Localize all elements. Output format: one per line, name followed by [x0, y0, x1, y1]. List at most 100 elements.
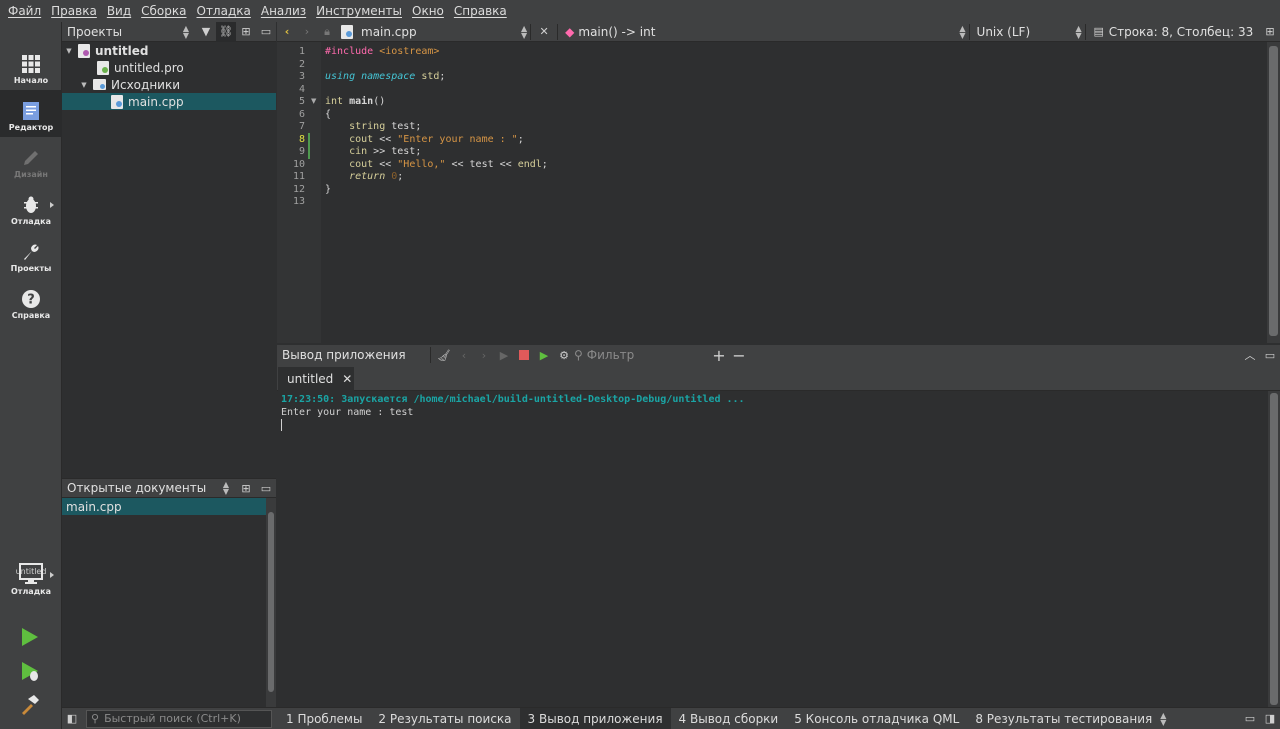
cursor-position[interactable]: Строка: 8, Столбец: 33: [1109, 25, 1254, 39]
filter-icon[interactable]: ▼: [196, 22, 216, 42]
tab-compile-output[interactable]: 4 Вывод сборки: [671, 708, 787, 729]
tree-item-pro-file[interactable]: untitled.pro: [62, 59, 276, 76]
menu-edit[interactable]: Правка: [46, 0, 102, 22]
menu-view[interactable]: Вид: [102, 0, 136, 22]
zoom-out-icon[interactable]: −: [729, 345, 749, 365]
tab-test-results[interactable]: 8 Результаты тестирования: [967, 708, 1160, 729]
locator-input[interactable]: ⚲ Быстрый поиск (Ctrl+K): [86, 709, 272, 728]
output-filter-field[interactable]: ⚲ Фильтр: [574, 348, 709, 362]
tab-qml-debugger-console[interactable]: 5 Консоль отладчика QML: [786, 708, 967, 729]
mode-label: Редактор: [8, 123, 54, 132]
back-icon[interactable]: ‹: [277, 22, 297, 42]
document-selector[interactable]: main.cpp: [361, 25, 521, 39]
code-line: string test;: [349, 121, 422, 132]
line-number: 13: [292, 196, 305, 207]
close-tab-icon[interactable]: ✕: [342, 372, 352, 386]
line-number: 12: [292, 183, 305, 195]
stop-icon[interactable]: [514, 345, 534, 365]
tab-search-results[interactable]: 2 Результаты поиска: [370, 708, 519, 729]
menu-tools[interactable]: Инструменты: [311, 0, 407, 22]
output-tab-untitled[interactable]: untitled ✕: [278, 367, 354, 391]
open-docs-scrollbar[interactable]: [266, 498, 276, 707]
link-icon[interactable]: ⛓: [216, 21, 236, 42]
line-number: 4: [298, 83, 305, 95]
tree-item-sources[interactable]: ▼ Исходники: [62, 76, 276, 93]
kit-build-type: Отладка: [11, 587, 51, 596]
mode-label: Справка: [11, 311, 51, 320]
clear-output-icon[interactable]: 🧹︎: [434, 345, 454, 365]
settings-icon[interactable]: ⚙: [554, 345, 574, 365]
application-output[interactable]: 17:23:50: Запускается /home/michael/buil…: [277, 391, 1268, 707]
code-line: int main(): [325, 96, 386, 107]
zoom-in-icon[interactable]: +: [709, 345, 729, 365]
line-number: 1: [298, 46, 305, 57]
next-item-icon[interactable]: ›: [474, 345, 494, 365]
close-panel-icon[interactable]: ▭: [256, 22, 276, 42]
output-scrollbar[interactable]: [1268, 391, 1280, 707]
mode-welcome[interactable]: Начало: [0, 43, 62, 90]
menu-build[interactable]: Сборка: [136, 0, 191, 22]
close-pane-icon[interactable]: ▭: [1260, 345, 1280, 365]
menu-help[interactable]: Справка: [449, 0, 512, 22]
view-selector-arrows[interactable]: ▲ ▼: [176, 22, 196, 42]
split-icon[interactable]: ⊞: [236, 22, 256, 42]
open-docs-list: main.cpp: [62, 498, 276, 707]
toggle-sidebar-icon[interactable]: ◧: [62, 709, 82, 729]
output-pane-title: Вывод приложения: [282, 348, 406, 362]
more-tabs-arrows[interactable]: ▲ ▼: [1160, 711, 1166, 726]
close-document-icon[interactable]: ✕: [534, 22, 554, 42]
tab-issues[interactable]: 1 Проблемы: [278, 708, 370, 729]
output-line-system: 17:23:50: Запускается /home/michael/buil…: [281, 394, 745, 405]
menu-debug[interactable]: Отладка: [192, 0, 256, 22]
cpp-file-icon: [341, 24, 353, 39]
prev-item-icon[interactable]: ‹: [454, 345, 474, 365]
split-icon[interactable]: ⊞: [236, 478, 256, 498]
kit-selector[interactable]: Отладка: [0, 554, 62, 601]
maximize-pane-icon[interactable]: ︿: [1240, 345, 1260, 365]
code-line: using namespace std;: [325, 71, 446, 82]
mode-label: Начало: [13, 76, 49, 85]
code-editor[interactable]: #include <iostream> using namespace std;…: [321, 42, 1267, 343]
line-number-gutter: 1 2 3 4 5 6 7 8 9 10 11 12 13 ▼: [277, 42, 321, 343]
mode-help[interactable]: ? Справка: [0, 278, 62, 325]
tree-item-project[interactable]: ▼ untitled: [62, 42, 276, 59]
mode-editor[interactable]: Редактор: [0, 90, 62, 137]
pro-file-icon: [97, 60, 109, 75]
line-ending-selector[interactable]: Unix (LF): [973, 25, 1076, 39]
tree-item-main-cpp[interactable]: main.cpp: [62, 93, 276, 110]
menu-window[interactable]: Окно: [407, 0, 449, 22]
mode-debug[interactable]: Отладка: [0, 184, 62, 231]
rerun-icon[interactable]: ▶: [494, 345, 514, 365]
code-line: #include <iostream>: [325, 46, 440, 57]
fold-marker-icon[interactable]: ▼: [311, 97, 316, 105]
debug-run-button[interactable]: [19, 660, 41, 685]
editor-scrollbar[interactable]: [1267, 42, 1280, 343]
run-button[interactable]: [19, 626, 41, 651]
line-number: 5: [298, 96, 305, 107]
build-button[interactable]: [19, 693, 41, 718]
code-line: }: [325, 183, 332, 195]
symbol-selector[interactable]: main() -> int: [578, 25, 959, 39]
split-editor-icon[interactable]: ⊞: [1260, 22, 1280, 42]
document-selector-arrows[interactable]: ▲ ▼: [521, 24, 527, 39]
progress-toggle-icon[interactable]: ▭: [1240, 709, 1260, 729]
line-ending-arrows[interactable]: ▲ ▼: [1076, 24, 1082, 39]
forward-icon[interactable]: ›: [297, 22, 317, 42]
menu-analyze[interactable]: Анализ: [256, 0, 311, 22]
close-panel-icon[interactable]: ▭: [256, 478, 276, 498]
mode-design[interactable]: Дизайн: [0, 137, 62, 184]
tab-application-output[interactable]: 3 Вывод приложения: [519, 707, 671, 729]
line-number: 3: [298, 71, 305, 82]
hammer-icon: [22, 695, 39, 715]
menu-file[interactable]: Файл: [3, 0, 46, 22]
code-line: return 0;: [349, 171, 404, 182]
projects-panel-header: Проекты ▲ ▼ ▼ ⛓ ⊞ ▭: [62, 21, 276, 42]
lock-icon: 🔒︎: [324, 24, 330, 38]
view-selector-arrows[interactable]: ▲ ▼: [216, 478, 236, 498]
help-icon: ?: [22, 290, 40, 308]
symbol-selector-arrows[interactable]: ▲ ▼: [959, 24, 965, 39]
mode-projects[interactable]: Проекты: [0, 231, 62, 278]
attach-debugger-icon[interactable]: ▶: [534, 345, 554, 365]
toggle-right-sidebar-icon[interactable]: ◨: [1260, 709, 1280, 729]
open-doc-item[interactable]: main.cpp: [62, 498, 266, 515]
